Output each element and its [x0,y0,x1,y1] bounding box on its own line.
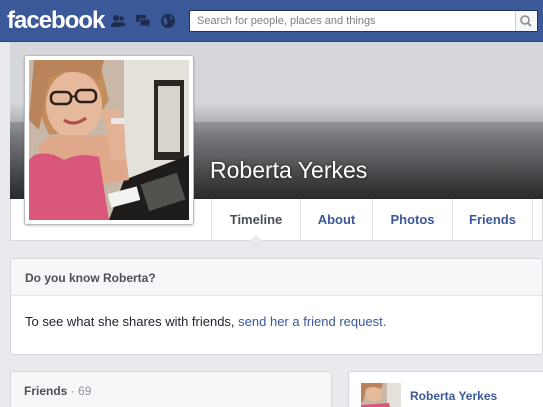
do-you-know-title: Do you know Roberta? [25,271,156,285]
post-avatar[interactable] [361,383,401,407]
tab-about[interactable]: About [300,199,372,240]
tab-label: Photos [390,212,435,227]
post-author-name[interactable]: Roberta Yerkes [410,389,497,403]
tab-label: About [317,212,356,227]
avatar-photo [361,383,401,407]
friends-box: Friends · 69 [10,371,332,407]
tab-photos[interactable]: Photos [372,199,452,240]
tab-friends[interactable]: Friends [452,199,533,240]
profile-name[interactable]: Roberta Yerkes [210,157,367,184]
search-input[interactable] [190,11,515,31]
active-tab-caret [250,235,262,241]
send-friend-request-link[interactable]: send her a friend request. [238,314,386,329]
globe-icon[interactable] [160,13,176,29]
facebook-logo[interactable]: facebook [7,7,105,35]
friends-title[interactable]: Friends · 69 [24,384,91,398]
do-you-know-message: To see what she shares with friends, sen… [25,314,386,329]
search-button[interactable] [515,11,537,31]
friends-count: · 69 [70,384,92,398]
profile-picture[interactable] [24,55,194,225]
messages-icon[interactable] [135,13,151,29]
search-box [189,10,538,32]
top-bar: facebook [0,0,543,42]
tab-timeline[interactable]: Timeline [211,199,300,241]
post-card: Roberta Yerkes [348,371,543,407]
tab-label: Friends [469,212,516,227]
do-you-know-text: To see what she shares with friends, [25,314,239,329]
do-you-know-box: Do you know Roberta? To see what she sha… [10,258,543,355]
do-you-know-header: Do you know Roberta? [11,259,542,296]
search-icon [520,15,532,27]
friends-icon[interactable] [110,13,126,29]
friends-title-text: Friends [24,384,68,398]
tab-label: Timeline [229,212,283,227]
profile-photo [29,60,189,220]
